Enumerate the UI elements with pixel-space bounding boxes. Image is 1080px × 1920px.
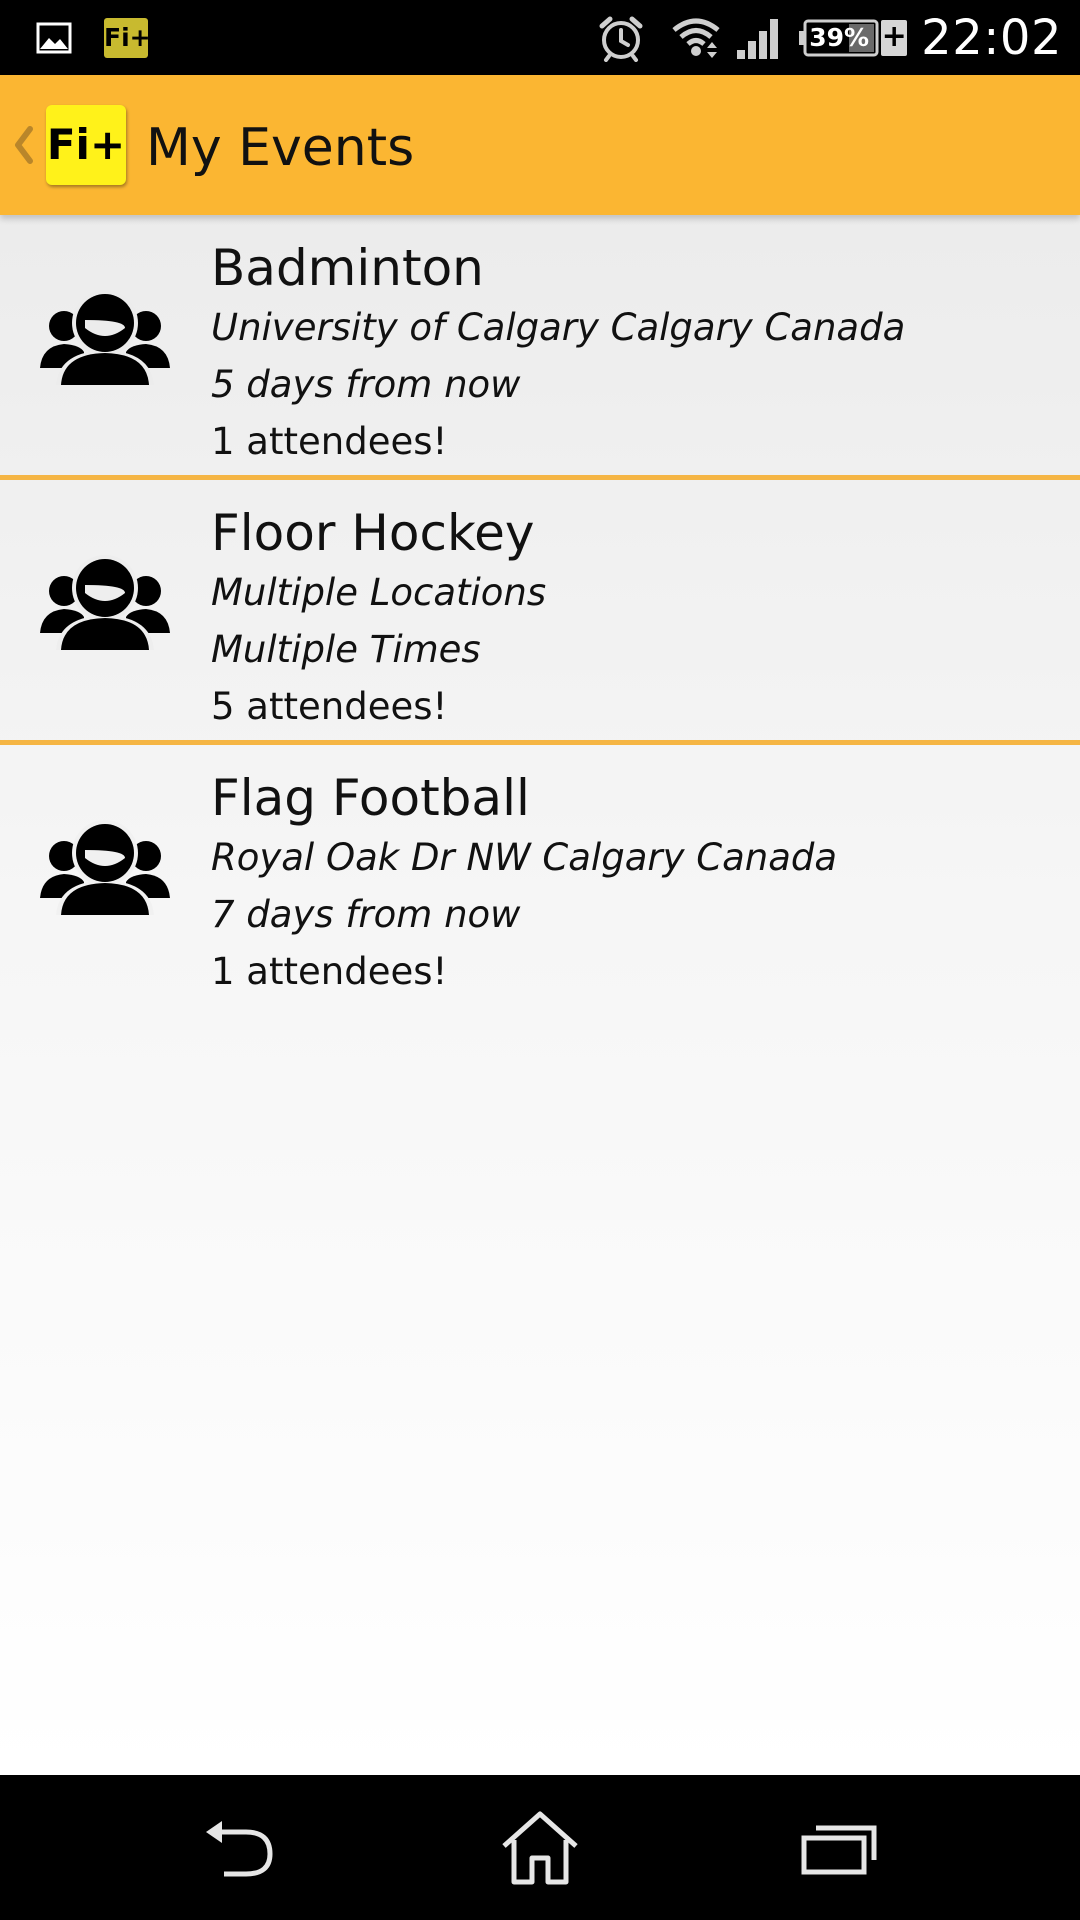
- system-status-area: 39% + 22:02: [597, 0, 1062, 75]
- event-details: Floor Hockey Multiple Locations Multiple…: [211, 502, 1060, 735]
- event-name: Badminton: [211, 239, 484, 297]
- events-list-container[interactable]: Badminton University of Calgary Calgary …: [0, 215, 1080, 1775]
- event-attendees: 1 attendees!: [211, 950, 448, 993]
- event-name: Flag Football: [211, 769, 530, 827]
- up-navigation-button[interactable]: Fi+: [8, 75, 126, 215]
- home-icon: [502, 1811, 578, 1884]
- event-time: Multiple Times: [211, 628, 481, 671]
- event-item-flag-football[interactable]: Flag Football Royal Oak Dr NW Calgary Ca…: [0, 745, 1080, 1005]
- event-list: Badminton University of Calgary Calgary …: [0, 215, 1080, 1005]
- notification-area: Fi+: [36, 0, 151, 75]
- event-attendees: 5 attendees!: [211, 685, 448, 728]
- signal-icon: [737, 18, 779, 59]
- fi-plus-app-icon: Fi+: [104, 17, 151, 58]
- event-attendees: 1 attendees!: [211, 420, 448, 463]
- wifi-icon: [672, 18, 720, 58]
- event-details: Flag Football Royal Oak Dr NW Calgary Ca…: [211, 767, 1060, 1000]
- event-location: University of Calgary Calgary Canada: [211, 306, 906, 349]
- event-time: 5 days from now: [211, 363, 521, 406]
- event-time: 7 days from now: [211, 893, 521, 936]
- group-icon: [40, 290, 170, 385]
- battery-icon: 39%: [799, 18, 879, 58]
- home-button[interactable]: [460, 1775, 620, 1920]
- chevron-left-icon: [15, 126, 33, 164]
- charging-icon: +: [881, 18, 908, 56]
- page-title: My Events: [146, 118, 415, 178]
- group-icon: [40, 555, 170, 650]
- event-item-floor-hockey[interactable]: Floor Hockey Multiple Locations Multiple…: [0, 480, 1080, 745]
- battery-level: 39%: [809, 22, 870, 52]
- alarm-icon: [599, 16, 643, 62]
- action-bar: Fi+ My Events: [0, 75, 1080, 215]
- event-name: Floor Hockey: [211, 504, 535, 562]
- event-item-badminton[interactable]: Badminton University of Calgary Calgary …: [0, 215, 1080, 480]
- navigation-bar: [0, 1775, 1080, 1920]
- recent-apps-button[interactable]: [760, 1775, 920, 1920]
- gallery-icon: [36, 22, 72, 53]
- back-icon: [206, 1820, 273, 1876]
- event-details: Badminton University of Calgary Calgary …: [211, 237, 1060, 470]
- back-button[interactable]: [160, 1775, 320, 1920]
- status-bar: Fi+ 39% + 22:02: [0, 0, 1080, 75]
- recent-apps-icon: [801, 1825, 877, 1874]
- event-location: Multiple Locations: [211, 571, 547, 614]
- group-icon: [40, 820, 170, 915]
- clock: 22:02: [921, 9, 1062, 66]
- event-location: Royal Oak Dr NW Calgary Canada: [211, 836, 838, 879]
- app-logo: Fi+: [46, 105, 126, 185]
